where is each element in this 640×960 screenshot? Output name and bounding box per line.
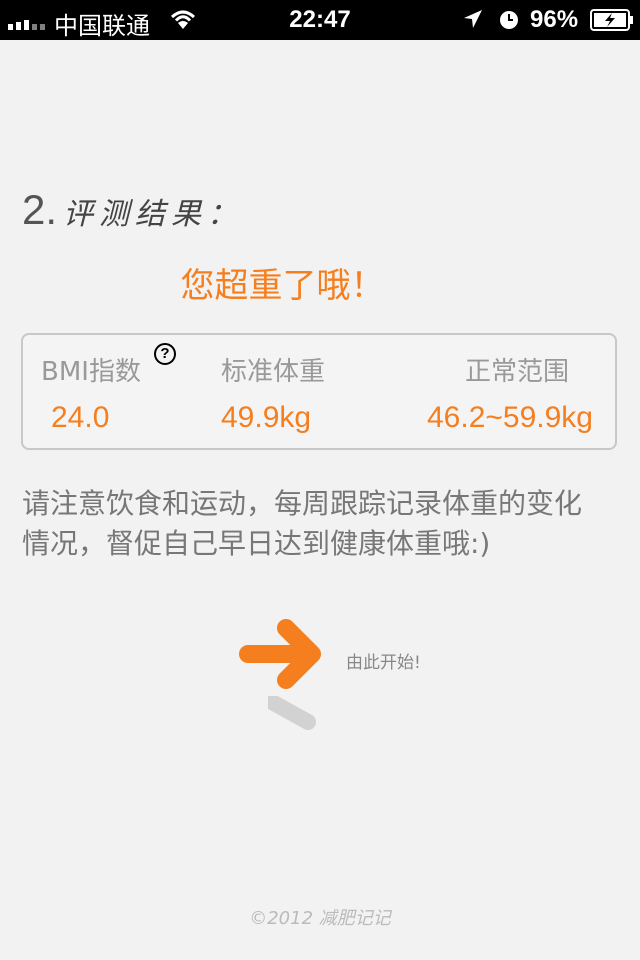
standard-weight-label: 标准体重 bbox=[221, 357, 326, 387]
start-label: 由此开始! bbox=[346, 653, 421, 673]
bmi-value: 24.0 bbox=[51, 401, 110, 434]
alarm-clock-icon bbox=[499, 9, 519, 37]
copyright-footer: ©2012 减肥记记 bbox=[249, 908, 391, 929]
battery-charging-icon bbox=[590, 9, 634, 38]
start-button[interactable]: 由此开始! bbox=[238, 614, 468, 734]
normal-range-label: 正常范围 bbox=[465, 357, 570, 387]
status-bar: 中国联通 22:47 96% bbox=[0, 0, 640, 40]
bmi-label: BMI指数 bbox=[41, 357, 141, 387]
result-card: BMI指数 ? 标准体重 正常范围 24.0 49.9kg 46.2~59.9k… bbox=[21, 333, 617, 450]
right-arrow-icon bbox=[239, 619, 321, 689]
help-question-icon[interactable]: ? bbox=[154, 343, 176, 365]
section-title-text: 评测结果： bbox=[63, 197, 244, 232]
section-title: 2. 评测结果： bbox=[22, 186, 243, 234]
battery-percentage: 96% bbox=[530, 6, 579, 33]
advice-text: 请注意饮食和运动，每周跟踪记录体重的变化情况，督促自己早日达到健康体重哦:) bbox=[22, 487, 583, 560]
location-arrow-icon bbox=[462, 8, 484, 37]
result-message: 您超重了哦！ bbox=[180, 266, 385, 306]
standard-weight-value: 49.9kg bbox=[221, 401, 312, 434]
section-number: 2. bbox=[22, 186, 58, 233]
arrow-reflection-icon bbox=[268, 696, 316, 730]
normal-range-value: 46.2~59.9kg bbox=[427, 401, 593, 434]
